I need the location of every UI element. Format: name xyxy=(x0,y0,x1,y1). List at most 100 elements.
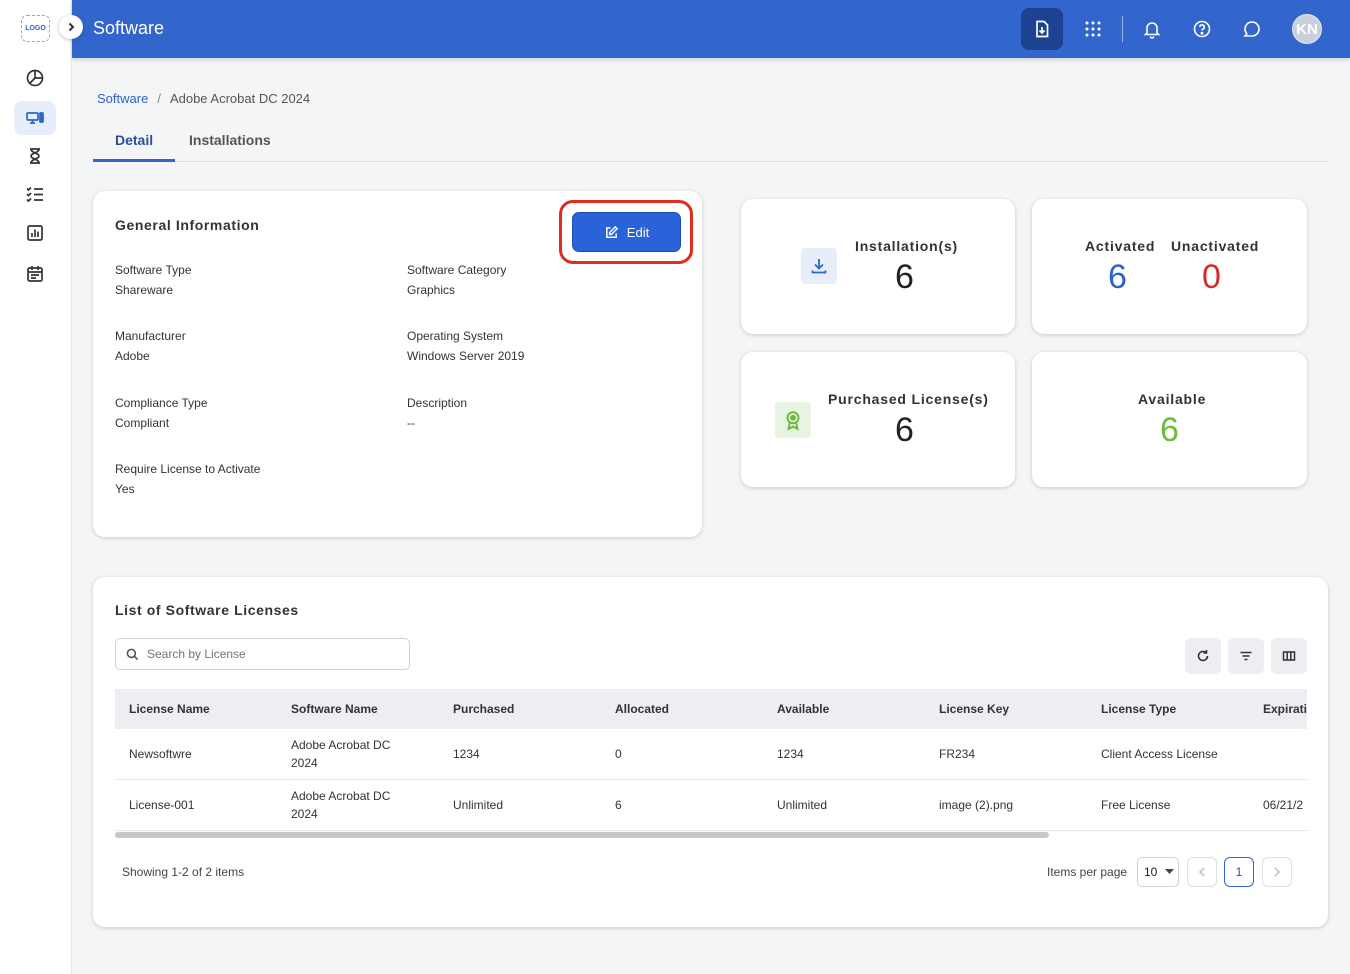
edit-button[interactable]: Edit xyxy=(572,212,681,252)
chat-button[interactable] xyxy=(1231,8,1273,50)
operating-system-label: Operating System xyxy=(407,329,504,343)
checklist-nav-item[interactable] xyxy=(14,177,56,211)
tab-bar: Detail Installations xyxy=(93,122,1328,162)
breadcrumb-software-link[interactable]: Software xyxy=(97,91,148,106)
download-icon xyxy=(811,259,827,274)
cell-purchased: Unlimited xyxy=(453,798,504,812)
column-header[interactable]: Expirati xyxy=(1263,702,1307,716)
tab-detail[interactable]: Detail xyxy=(115,132,153,148)
caret-down-icon xyxy=(1165,869,1175,874)
cell-software-name-line1: Adobe Acrobat DC xyxy=(291,789,391,803)
apps-grid-icon xyxy=(1085,21,1101,37)
help-button[interactable] xyxy=(1181,8,1223,50)
page-title: Software xyxy=(93,18,165,38)
hourglass-nav-item[interactable] xyxy=(14,139,56,173)
cell-license-type: Free License xyxy=(1101,798,1171,812)
column-header[interactable]: License Key xyxy=(939,702,1009,716)
items-per-page-label: Items per page xyxy=(1047,865,1128,879)
items-per-page-value: 10 xyxy=(1144,865,1158,879)
devices-nav-item[interactable] xyxy=(14,101,56,135)
cell-license-type: Client Access License xyxy=(1101,747,1218,761)
download-button[interactable] xyxy=(1021,8,1063,50)
general-info-title: General Information xyxy=(115,217,260,233)
notifications-button[interactable] xyxy=(1131,8,1173,50)
manufacturer-value: Adobe xyxy=(115,349,150,363)
cell-available: 1234 xyxy=(777,747,804,761)
cell-software-name-line1: Adobe Acrobat DC xyxy=(291,738,391,752)
edit-icon xyxy=(605,225,618,238)
columns-icon xyxy=(1282,651,1296,661)
active-tab-indicator xyxy=(93,159,175,162)
tab-installations[interactable]: Installations xyxy=(189,132,271,148)
software-category-value: Graphics xyxy=(407,283,456,297)
next-page-button[interactable] xyxy=(1262,857,1292,887)
breadcrumb-separator: / xyxy=(157,91,161,106)
refresh-button[interactable] xyxy=(1185,638,1221,674)
licenses-table: License Name Software Name Purchased All… xyxy=(115,689,1307,832)
manufacturer-field: Manufacturer Adobe xyxy=(115,329,186,363)
previous-page-button[interactable] xyxy=(1187,857,1217,887)
calendar-icon xyxy=(27,266,43,282)
columns-button[interactable] xyxy=(1271,638,1307,674)
table-row[interactable]: Newsoftwre Adobe Acrobat DC 2024 1234 0 … xyxy=(115,729,1307,780)
purchased-value: 6 xyxy=(895,411,914,449)
software-type-label: Software Type xyxy=(115,263,192,277)
pie-chart-icon xyxy=(26,69,44,87)
filter-button[interactable] xyxy=(1228,638,1264,674)
devices-icon xyxy=(26,112,44,124)
license-search-box xyxy=(115,638,410,670)
page-button[interactable]: 1 xyxy=(1224,857,1254,887)
calendar-nav-item[interactable] xyxy=(14,257,56,291)
table-row[interactable]: License-001 Adobe Acrobat DC 2024 Unlimi… xyxy=(115,780,1307,831)
unactivated-label: Unactivated xyxy=(1171,238,1260,254)
cell-available: Unlimited xyxy=(777,798,828,812)
installations-label: Installation(s) xyxy=(855,238,959,254)
apps-button[interactable] xyxy=(1072,8,1114,50)
dashboard-nav-item[interactable] xyxy=(14,61,56,95)
column-header[interactable]: License Type xyxy=(1101,702,1176,716)
badge-icon xyxy=(786,411,800,431)
purchased-icon-box xyxy=(775,402,811,438)
cell-software-name: Adobe Acrobat DC 2024 xyxy=(291,736,390,772)
cell-license-name: Newsoftwre xyxy=(129,747,192,761)
activated-label: Activated xyxy=(1085,238,1156,254)
search-icon xyxy=(126,648,139,660)
column-header[interactable]: Allocated xyxy=(615,702,669,716)
column-header[interactable]: Available xyxy=(777,702,829,716)
chevron-left-icon xyxy=(1198,867,1205,877)
available-label: Available xyxy=(1138,391,1207,407)
description-value: -- xyxy=(407,416,415,430)
cell-software-name-line2: 2024 xyxy=(291,807,318,821)
filter-icon xyxy=(1240,651,1252,661)
collapse-nav-button[interactable] xyxy=(59,15,83,39)
top-bar: Software KN xyxy=(72,0,1350,58)
chevron-right-icon xyxy=(1274,867,1281,877)
manufacturer-label: Manufacturer xyxy=(115,329,186,343)
cell-allocated: 6 xyxy=(615,798,622,812)
installations-card xyxy=(741,199,1015,334)
software-type-field: Software Type Shareware xyxy=(115,263,192,297)
cell-license-key: image (2).png xyxy=(939,798,1014,812)
column-header[interactable]: Software Name xyxy=(291,702,378,716)
edit-button-label: Edit xyxy=(626,224,650,240)
column-header[interactable]: Purchased xyxy=(453,702,514,716)
items-per-page-select[interactable]: 10 xyxy=(1137,857,1179,887)
description-field: Description -- xyxy=(407,396,467,430)
license-search-input[interactable] xyxy=(147,647,387,661)
cell-license-key: FR234 xyxy=(939,747,976,761)
cell-software-name-line2: 2024 xyxy=(291,756,318,770)
cell-license-name: License-001 xyxy=(129,798,195,812)
horizontal-scrollbar[interactable] xyxy=(115,832,1049,838)
compliance-type-field: Compliance Type Compliant xyxy=(115,396,208,430)
operating-system-value: Windows Server 2019 xyxy=(407,349,525,363)
reports-nav-item[interactable] xyxy=(14,216,56,250)
software-category-field: Software Category Graphics xyxy=(407,263,506,297)
column-header[interactable]: License Name xyxy=(129,702,210,716)
user-avatar[interactable]: KN xyxy=(1292,14,1322,44)
require-license-field: Require License to Activate Yes xyxy=(115,462,260,496)
breadcrumb-current: Adobe Acrobat DC 2024 xyxy=(169,91,311,106)
file-download-icon xyxy=(1036,20,1049,38)
checklist-icon xyxy=(26,186,43,203)
toolbar-divider xyxy=(1122,16,1123,42)
operating-system-field: Operating System Windows Server 2019 xyxy=(407,329,524,363)
